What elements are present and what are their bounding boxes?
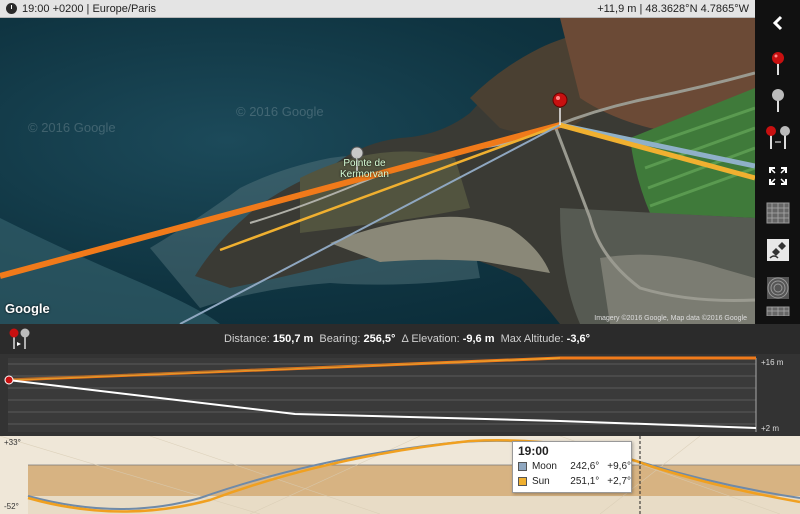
grey-pin-button[interactable] xyxy=(755,82,800,119)
sun-name: Sun xyxy=(531,476,550,487)
moon-elevation: +9,6° xyxy=(607,461,632,472)
status-bar: 19:00 +0200 | Europe/Paris +11,9 m | 48.… xyxy=(0,0,755,18)
red-pin-icon xyxy=(771,51,784,75)
place-label-line2: Kermorvan xyxy=(340,169,389,180)
satellite-icon xyxy=(766,239,789,262)
distance-value: 150,7 m xyxy=(272,333,314,345)
sun-moon-chart[interactable]: +33° -52° 19:00 Moon 242,6° +9,6° Sun 25… xyxy=(0,435,800,514)
pins-distance-button[interactable] xyxy=(755,120,800,157)
sun-moon-graph xyxy=(0,435,800,514)
sun-moon-tooltip: 19:00 Moon 242,6° +9,6° Sun 251,1° +2,7° xyxy=(512,441,632,493)
right-toolbar xyxy=(755,0,800,324)
back-button[interactable] xyxy=(755,0,800,45)
moon-row: Moon 242,6° +9,6° xyxy=(513,459,631,474)
layer-icon xyxy=(766,306,789,317)
moon-name: Moon xyxy=(531,461,557,472)
fullscreen-icon xyxy=(768,166,787,185)
back-arrow-icon xyxy=(772,15,782,30)
clock-icon xyxy=(6,3,17,14)
max-altitude-value: -3,6° xyxy=(566,333,591,345)
place-label: Pointe de Kermorvan xyxy=(340,158,389,180)
sun-row: Sun 251,1° +2,7° xyxy=(513,474,631,489)
map-watermark: © 2016 Google xyxy=(236,104,324,119)
red-pin-button[interactable] xyxy=(755,45,800,82)
position-text: +11,9 m | 48.3628°N 4.7865°W xyxy=(597,2,749,15)
elevation-value: -9,6 m xyxy=(462,333,495,345)
moon-swatch xyxy=(518,462,527,471)
map-watermark: © 2016 Google xyxy=(28,120,116,135)
grey-pin-icon xyxy=(771,89,784,113)
elevation-profile[interactable]: +16 m +2 m xyxy=(0,354,800,436)
moon-azimuth: 242,6° xyxy=(570,461,600,472)
sun-elevation: +2,7° xyxy=(607,476,632,487)
sun-swatch xyxy=(518,477,527,486)
distance-stats: Distance: 150,7 m Bearing: 256,5° Δ Elev… xyxy=(224,333,590,345)
distance-info-bar: Distance: 150,7 m Bearing: 256,5° Δ Elev… xyxy=(0,324,800,354)
sunmoon-bottom-label: -52° xyxy=(4,502,19,511)
tooltip-time: 19:00 xyxy=(518,444,549,458)
profile-bottom-label: +2 m xyxy=(761,424,780,433)
max-altitude-label: Max Altitude: xyxy=(500,333,564,345)
pins-toggle-button[interactable] xyxy=(0,324,40,354)
elevation-profile-graph xyxy=(4,356,757,432)
bearing-label: Bearing: xyxy=(319,333,361,345)
bearing-value: 256,5° xyxy=(363,333,396,345)
satellite-map[interactable]: © 2016 Google © 2016 Google Pointe de Ke… xyxy=(0,18,755,324)
pins-distance-icon xyxy=(765,126,790,150)
time-zone-text: 19:00 +0200 | Europe/Paris xyxy=(22,2,157,15)
profile-top-label: +16 m xyxy=(761,358,784,367)
app-window: 19:00 +0200 | Europe/Paris +11,9 m | 48.… xyxy=(0,0,800,514)
place-label-line1: Pointe de xyxy=(343,158,386,169)
sun-azimuth: 251,1° xyxy=(570,476,600,487)
layer-button[interactable] xyxy=(755,306,800,324)
grid-icon xyxy=(766,202,789,224)
satellite-button[interactable] xyxy=(755,232,800,269)
terrain-icon xyxy=(766,276,789,299)
google-logo: Google xyxy=(5,301,50,316)
fullscreen-button[interactable] xyxy=(755,157,800,194)
pins-distance-icon xyxy=(9,328,30,349)
elevation-label: Δ Elevation: xyxy=(401,333,460,345)
distance-label: Distance: xyxy=(224,333,270,345)
grid-button[interactable] xyxy=(755,194,800,231)
terrain-button[interactable] xyxy=(755,269,800,306)
sunmoon-top-label: +33° xyxy=(4,438,21,447)
map-attribution[interactable]: Imagery ©2016 Google, Map data ©2016 Goo… xyxy=(594,315,747,322)
